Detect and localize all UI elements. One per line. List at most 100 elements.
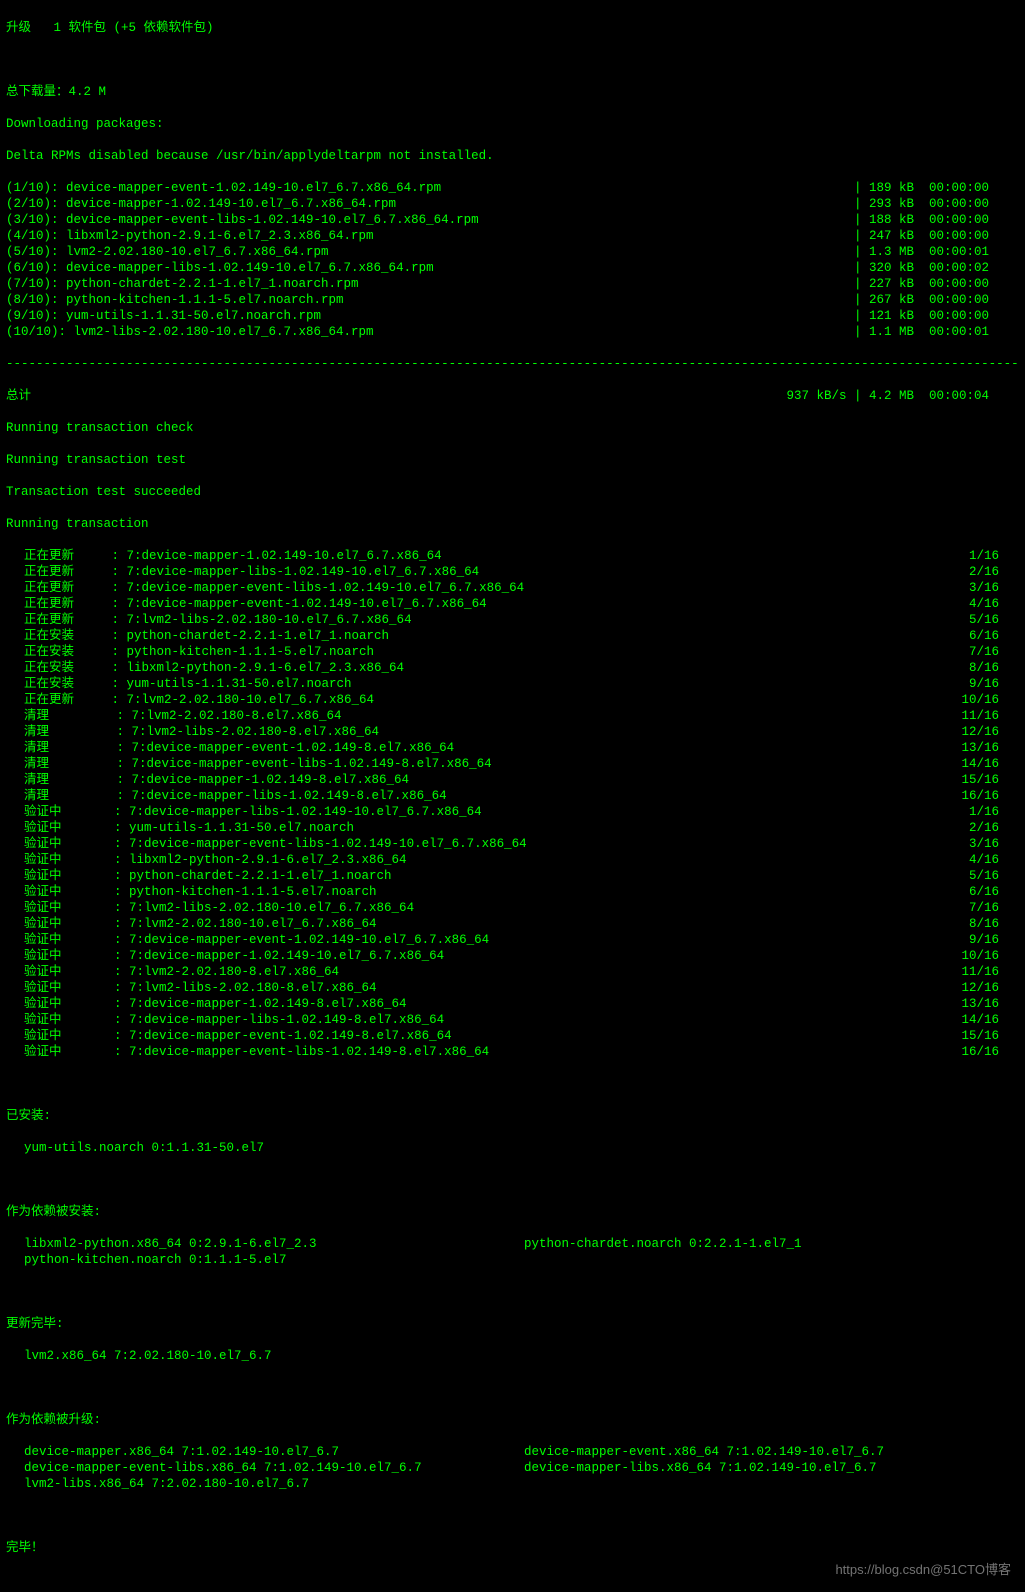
download-row: (8/10): python-kitchen-1.1.1-5.el7.noarc…	[6, 292, 1019, 308]
download-stats: | 247 kB 00:00:00	[854, 228, 989, 244]
step-count: 1/16	[969, 548, 999, 564]
step-action: 清理	[6, 708, 117, 724]
trans-test: Running transaction test	[6, 452, 1019, 468]
transaction-step: 正在更新 : 7:device-mapper-event-1.02.149-10…	[6, 596, 1019, 612]
download-row: (6/10): device-mapper-libs-1.02.149-10.e…	[6, 260, 1019, 276]
dep-col2: python-chardet.noarch 0:2.2.1-1.el7_1	[524, 1236, 802, 1252]
step-action: 验证中	[6, 820, 114, 836]
step-action: 验证中	[6, 836, 114, 852]
transaction-step: 验证中 : python-kitchen-1.1.1-5.el7.noarch6…	[6, 884, 1019, 900]
step-count: 3/16	[969, 580, 999, 596]
step-action: 验证中	[6, 900, 114, 916]
transaction-step: 正在更新 : 7:lvm2-libs-2.02.180-10.el7_6.7.x…	[6, 612, 1019, 628]
download-row: (7/10): python-chardet-2.2.1-1.el7_1.noa…	[6, 276, 1019, 292]
step-package: : libxml2-python-2.9.1-6.el7_2.3.x86_64	[114, 852, 407, 868]
download-name: (6/10): device-mapper-libs-1.02.149-10.e…	[6, 260, 434, 276]
step-action: 正在安装	[6, 644, 112, 660]
dep-col1: lvm2-libs.x86_64 7:2.02.180-10.el7_6.7	[24, 1476, 524, 1492]
step-action: 清理	[6, 740, 117, 756]
step-package: : 7:lvm2-2.02.180-8.el7.x86_64	[117, 708, 342, 724]
dep-row: device-mapper.x86_64 7:1.02.149-10.el7_6…	[6, 1444, 1019, 1460]
step-count: 4/16	[969, 596, 999, 612]
transaction-step: 验证中 : yum-utils-1.1.31-50.el7.noarch 2/16	[6, 820, 1019, 836]
step-action: 正在更新	[6, 692, 112, 708]
step-count: 1/16	[969, 804, 999, 820]
complete-label: 完毕！	[6, 1540, 1019, 1556]
transaction-step: 正在安装 : yum-utils-1.1.31-50.el7.noarch9/1…	[6, 676, 1019, 692]
download-name: (2/10): device-mapper-1.02.149-10.el7_6.…	[6, 196, 396, 212]
download-row: (9/10): yum-utils-1.1.31-50.el7.noarch.r…	[6, 308, 1019, 324]
step-count: 11/16	[961, 964, 999, 980]
download-stats: | 188 kB 00:00:00	[854, 212, 989, 228]
step-count: 13/16	[961, 740, 999, 756]
transaction-step: 清理 : 7:device-mapper-event-libs-1.02.149…	[6, 756, 1019, 772]
step-package: : 7:device-mapper-event-libs-1.02.149-10…	[114, 836, 527, 852]
transaction-step: 清理 : 7:device-mapper-libs-1.02.149-8.el7…	[6, 788, 1019, 804]
download-row: (2/10): device-mapper-1.02.149-10.el7_6.…	[6, 196, 1019, 212]
download-name: (8/10): python-kitchen-1.1.1-5.el7.noarc…	[6, 292, 344, 308]
step-action: 验证中	[6, 804, 114, 820]
transaction-step: 验证中 : 7:lvm2-2.02.180-8.el7.x86_6411/16	[6, 964, 1019, 980]
step-action: 验证中	[6, 1012, 114, 1028]
transaction-step: 正在更新 : 7:device-mapper-libs-1.02.149-10.…	[6, 564, 1019, 580]
step-package: : 7:device-mapper-libs-1.02.149-8.el7.x8…	[114, 1012, 444, 1028]
step-action: 验证中	[6, 884, 114, 900]
transaction-step: 清理 : 7:lvm2-libs-2.02.180-8.el7.x86_6412…	[6, 724, 1019, 740]
step-count: 2/16	[969, 564, 999, 580]
step-package: : 7:device-mapper-libs-1.02.149-8.el7.x8…	[117, 788, 447, 804]
step-count: 15/16	[961, 772, 999, 788]
step-action: 验证中	[6, 852, 114, 868]
step-action: 正在安装	[6, 628, 112, 644]
step-package: : 7:lvm2-libs-2.02.180-8.el7.x86_64	[114, 980, 377, 996]
trans-check: Running transaction check	[6, 420, 1019, 436]
step-count: 8/16	[969, 660, 999, 676]
dep-col1: python-kitchen.noarch 0:1.1.1-5.el7	[24, 1252, 524, 1268]
transaction-step: 验证中 : 7:device-mapper-1.02.149-10.el7_6.…	[6, 948, 1019, 964]
transaction-step: 验证中 : 7:device-mapper-libs-1.02.149-8.el…	[6, 1012, 1019, 1028]
step-package: : python-chardet-2.2.1-1.el7_1.noarch	[114, 868, 392, 884]
dep-row: device-mapper-event-libs.x86_64 7:1.02.1…	[6, 1460, 1019, 1476]
dep-installed-label: 作为依赖被安装:	[6, 1204, 1019, 1220]
step-count: 2/16	[969, 820, 999, 836]
dep-col2: device-mapper-event.x86_64 7:1.02.149-10…	[524, 1444, 884, 1460]
step-count: 12/16	[961, 724, 999, 740]
dep-row: python-kitchen.noarch 0:1.1.1-5.el7	[6, 1252, 1019, 1268]
transaction-step: 正在安装 : python-kitchen-1.1.1-5.el7.noarch…	[6, 644, 1019, 660]
total-row: 总计 937 kB/s | 4.2 MB 00:00:04	[6, 388, 1019, 404]
download-name: (1/10): device-mapper-event-1.02.149-10.…	[6, 180, 441, 196]
download-stats: | 267 kB 00:00:00	[854, 292, 989, 308]
step-package: : 7:device-mapper-1.02.149-10.el7_6.7.x8…	[114, 948, 444, 964]
step-package: : 7:lvm2-2.02.180-10.el7_6.7.x86_64	[112, 692, 375, 708]
transaction-step: 正在更新 : 7:device-mapper-event-libs-1.02.1…	[6, 580, 1019, 596]
download-name: (10/10): lvm2-libs-2.02.180-10.el7_6.7.x…	[6, 324, 374, 340]
total-download: 总下载量：4.2 M	[6, 84, 1019, 100]
step-package: : 7:device-mapper-libs-1.02.149-10.el7_6…	[114, 804, 482, 820]
step-count: 6/16	[969, 884, 999, 900]
installed-label: 已安装:	[6, 1108, 1019, 1124]
dep-updated-label: 作为依赖被升级:	[6, 1412, 1019, 1428]
transaction-step: 验证中 : 7:device-mapper-event-libs-1.02.14…	[6, 1044, 1019, 1060]
transaction-step: 正在更新 : 7:lvm2-2.02.180-10.el7_6.7.x86_64…	[6, 692, 1019, 708]
step-action: 正在更新	[6, 580, 112, 596]
step-package: : 7:device-mapper-1.02.149-10.el7_6.7.x8…	[112, 548, 442, 564]
step-action: 验证中	[6, 1044, 114, 1060]
step-count: 14/16	[961, 756, 999, 772]
step-package: : python-chardet-2.2.1-1.el7_1.noarch	[112, 628, 390, 644]
step-action: 清理	[6, 788, 117, 804]
updated-label: 更新完毕:	[6, 1316, 1019, 1332]
step-package: : 7:device-mapper-libs-1.02.149-10.el7_6…	[112, 564, 480, 580]
transaction-step: 正在安装 : python-chardet-2.2.1-1.el7_1.noar…	[6, 628, 1019, 644]
step-package: : yum-utils-1.1.31-50.el7.noarch	[114, 820, 354, 836]
updated-item: lvm2.x86_64 7:2.02.180-10.el7_6.7	[6, 1348, 1019, 1364]
step-count: 8/16	[969, 916, 999, 932]
step-package: : 7:device-mapper-event-libs-1.02.149-8.…	[117, 756, 492, 772]
step-package: : 7:lvm2-2.02.180-10.el7_6.7.x86_64	[114, 916, 377, 932]
step-action: 清理	[6, 772, 117, 788]
step-action: 清理	[6, 724, 117, 740]
step-package: : 7:device-mapper-event-1.02.149-8.el7.x…	[117, 740, 455, 756]
step-count: 10/16	[961, 692, 999, 708]
transaction-step: 正在更新 : 7:device-mapper-1.02.149-10.el7_6…	[6, 548, 1019, 564]
download-name: (5/10): lvm2-2.02.180-10.el7_6.7.x86_64.…	[6, 244, 329, 260]
step-package: : 7:device-mapper-event-1.02.149-10.el7_…	[114, 932, 489, 948]
step-count: 5/16	[969, 612, 999, 628]
